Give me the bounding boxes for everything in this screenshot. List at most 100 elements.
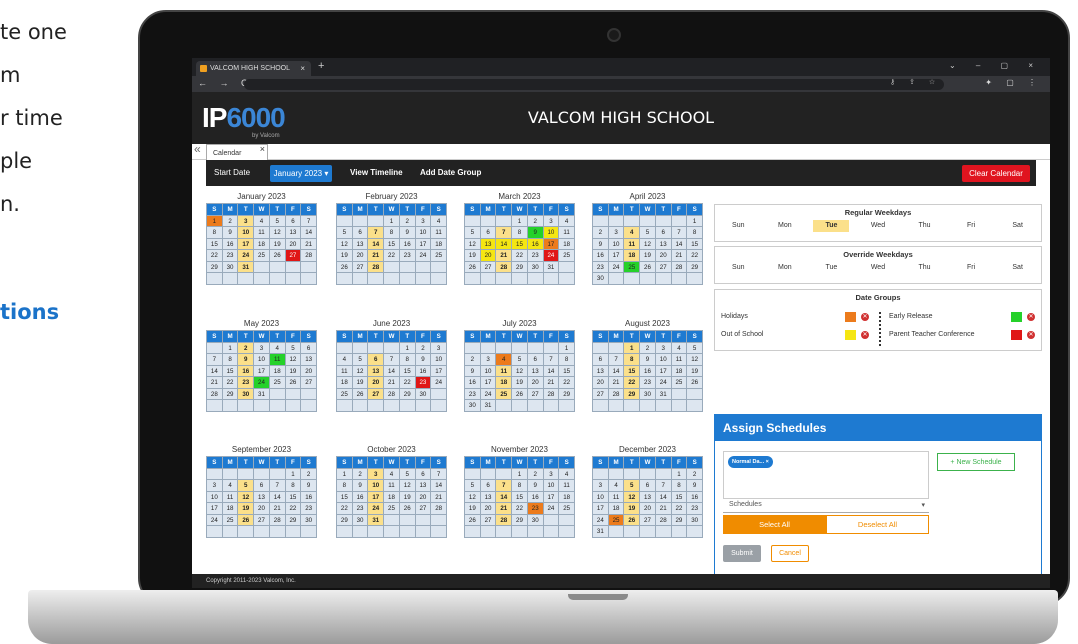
day-cell[interactable]: 12 bbox=[465, 238, 481, 250]
day-cell[interactable]: 23 bbox=[593, 261, 609, 273]
day-cell[interactable]: 12 bbox=[687, 354, 703, 366]
day-cell[interactable]: 18 bbox=[496, 377, 513, 389]
day-cell[interactable]: 30 bbox=[527, 261, 544, 273]
day-cell[interactable]: 23 bbox=[399, 250, 416, 262]
day-cell[interactable]: 7 bbox=[384, 354, 400, 366]
day-cell[interactable]: 12 bbox=[512, 365, 528, 377]
remove-icon[interactable]: ✕ bbox=[1027, 313, 1035, 321]
day-cell[interactable]: 30 bbox=[687, 514, 703, 526]
day-cell[interactable]: 2 bbox=[465, 354, 481, 366]
day-cell[interactable]: 18 bbox=[384, 491, 400, 503]
day-cell[interactable]: 10 bbox=[480, 365, 497, 377]
day-cell[interactable]: 4 bbox=[624, 227, 641, 239]
day-cell[interactable]: 20 bbox=[301, 365, 317, 377]
day-cell[interactable]: 10 bbox=[415, 227, 432, 239]
day-cell[interactable]: 20 bbox=[368, 377, 385, 389]
day-cell[interactable]: 13 bbox=[368, 365, 385, 377]
day-cell[interactable]: 17 bbox=[593, 503, 609, 515]
day-cell[interactable]: 24 bbox=[238, 250, 255, 262]
day-cell[interactable]: 14 bbox=[301, 227, 317, 239]
day-cell[interactable]: 30 bbox=[465, 400, 481, 412]
day-cell[interactable]: 31 bbox=[238, 261, 255, 273]
view-timeline-button[interactable]: View Timeline bbox=[350, 168, 403, 177]
day-cell[interactable]: 5 bbox=[269, 215, 286, 227]
day-cell[interactable]: 31 bbox=[254, 388, 270, 400]
day-cell[interactable]: 17 bbox=[655, 365, 672, 377]
day-cell[interactable]: 22 bbox=[384, 250, 400, 262]
browser-tab[interactable]: VALCOM HIGH SCHOOL × bbox=[196, 61, 311, 76]
day-cell[interactable]: 5 bbox=[512, 354, 528, 366]
day-cell[interactable]: 23 bbox=[465, 388, 481, 400]
day-cell[interactable]: 16 bbox=[687, 491, 703, 503]
weekday-sun[interactable]: Sun bbox=[720, 262, 756, 274]
day-cell[interactable]: 3 bbox=[238, 215, 255, 227]
day-cell[interactable]: 3 bbox=[543, 468, 560, 480]
day-cell[interactable]: 25 bbox=[608, 514, 625, 526]
day-cell[interactable]: 20 bbox=[655, 250, 672, 262]
day-cell[interactable]: 20 bbox=[415, 491, 432, 503]
day-cell[interactable]: 23 bbox=[527, 250, 544, 262]
day-cell[interactable]: 13 bbox=[527, 365, 544, 377]
day-cell[interactable]: 14 bbox=[269, 491, 286, 503]
day-cell[interactable]: 25 bbox=[222, 514, 239, 526]
day-cell[interactable]: 16 bbox=[527, 238, 544, 250]
deselect-all-button[interactable]: Deselect All bbox=[826, 515, 929, 534]
side-text-link[interactable]: tions bbox=[0, 300, 59, 324]
day-cell[interactable]: 15 bbox=[399, 365, 416, 377]
day-cell[interactable]: 5 bbox=[465, 227, 481, 239]
day-cell[interactable]: 3 bbox=[254, 342, 270, 354]
day-cell[interactable]: 12 bbox=[465, 491, 481, 503]
day-cell[interactable]: 1 bbox=[399, 342, 416, 354]
day-cell[interactable]: 31 bbox=[593, 526, 609, 538]
day-cell[interactable]: 26 bbox=[238, 514, 255, 526]
day-cell[interactable]: 7 bbox=[207, 354, 223, 366]
day-cell[interactable]: 24 bbox=[543, 503, 560, 515]
day-cell[interactable]: 18 bbox=[559, 238, 575, 250]
day-cell[interactable]: 13 bbox=[480, 491, 497, 503]
day-cell[interactable]: 22 bbox=[512, 503, 528, 515]
schedule-chip[interactable]: Normal Da... × bbox=[728, 456, 773, 468]
day-cell[interactable]: 22 bbox=[399, 377, 416, 389]
day-cell[interactable]: 19 bbox=[399, 491, 416, 503]
day-cell[interactable]: 17 bbox=[431, 365, 447, 377]
add-date-group-button[interactable]: Add Date Group bbox=[420, 168, 481, 177]
day-cell[interactable]: 27 bbox=[655, 261, 672, 273]
day-cell[interactable]: 19 bbox=[624, 503, 641, 515]
day-cell[interactable]: 28 bbox=[496, 261, 513, 273]
day-cell[interactable]: 16 bbox=[238, 365, 255, 377]
day-cell[interactable]: 31 bbox=[480, 400, 497, 412]
day-cell[interactable]: 30 bbox=[352, 514, 369, 526]
day-cell[interactable]: 15 bbox=[687, 238, 703, 250]
day-cell[interactable]: 21 bbox=[269, 503, 286, 515]
day-cell[interactable]: 26 bbox=[512, 388, 528, 400]
day-cell[interactable]: 7 bbox=[496, 480, 513, 492]
day-cell[interactable]: 25 bbox=[559, 250, 575, 262]
day-cell[interactable]: 2 bbox=[415, 342, 432, 354]
day-cell[interactable]: 8 bbox=[671, 480, 688, 492]
weekday-wed[interactable]: Wed bbox=[860, 220, 896, 232]
weekday-mon[interactable]: Mon bbox=[767, 262, 803, 274]
day-cell[interactable]: 16 bbox=[640, 365, 656, 377]
day-cell[interactable]: 21 bbox=[655, 503, 672, 515]
day-cell[interactable]: 30 bbox=[593, 273, 609, 285]
day-cell[interactable]: 4 bbox=[254, 215, 270, 227]
day-cell[interactable]: 30 bbox=[415, 388, 432, 400]
day-cell[interactable]: 8 bbox=[399, 354, 416, 366]
browser-menu-icons[interactable]: ✦ ▢ ⋮ bbox=[985, 78, 1042, 87]
day-cell[interactable]: 1 bbox=[624, 342, 641, 354]
day-cell[interactable]: 14 bbox=[384, 365, 400, 377]
day-cell[interactable]: 19 bbox=[337, 250, 353, 262]
day-cell[interactable]: 22 bbox=[285, 503, 302, 515]
day-cell[interactable]: 18 bbox=[431, 238, 447, 250]
day-cell[interactable]: 2 bbox=[352, 468, 369, 480]
day-cell[interactable]: 10 bbox=[543, 480, 560, 492]
day-cell[interactable]: 16 bbox=[352, 491, 369, 503]
day-cell[interactable]: 19 bbox=[285, 365, 302, 377]
weekday-tue[interactable]: Tue bbox=[813, 262, 849, 274]
day-cell[interactable]: 6 bbox=[527, 354, 544, 366]
day-cell[interactable]: 15 bbox=[285, 491, 302, 503]
day-cell[interactable]: 9 bbox=[640, 354, 656, 366]
day-cell[interactable]: 7 bbox=[431, 468, 447, 480]
day-cell[interactable]: 22 bbox=[222, 377, 239, 389]
day-cell[interactable]: 29 bbox=[624, 388, 641, 400]
